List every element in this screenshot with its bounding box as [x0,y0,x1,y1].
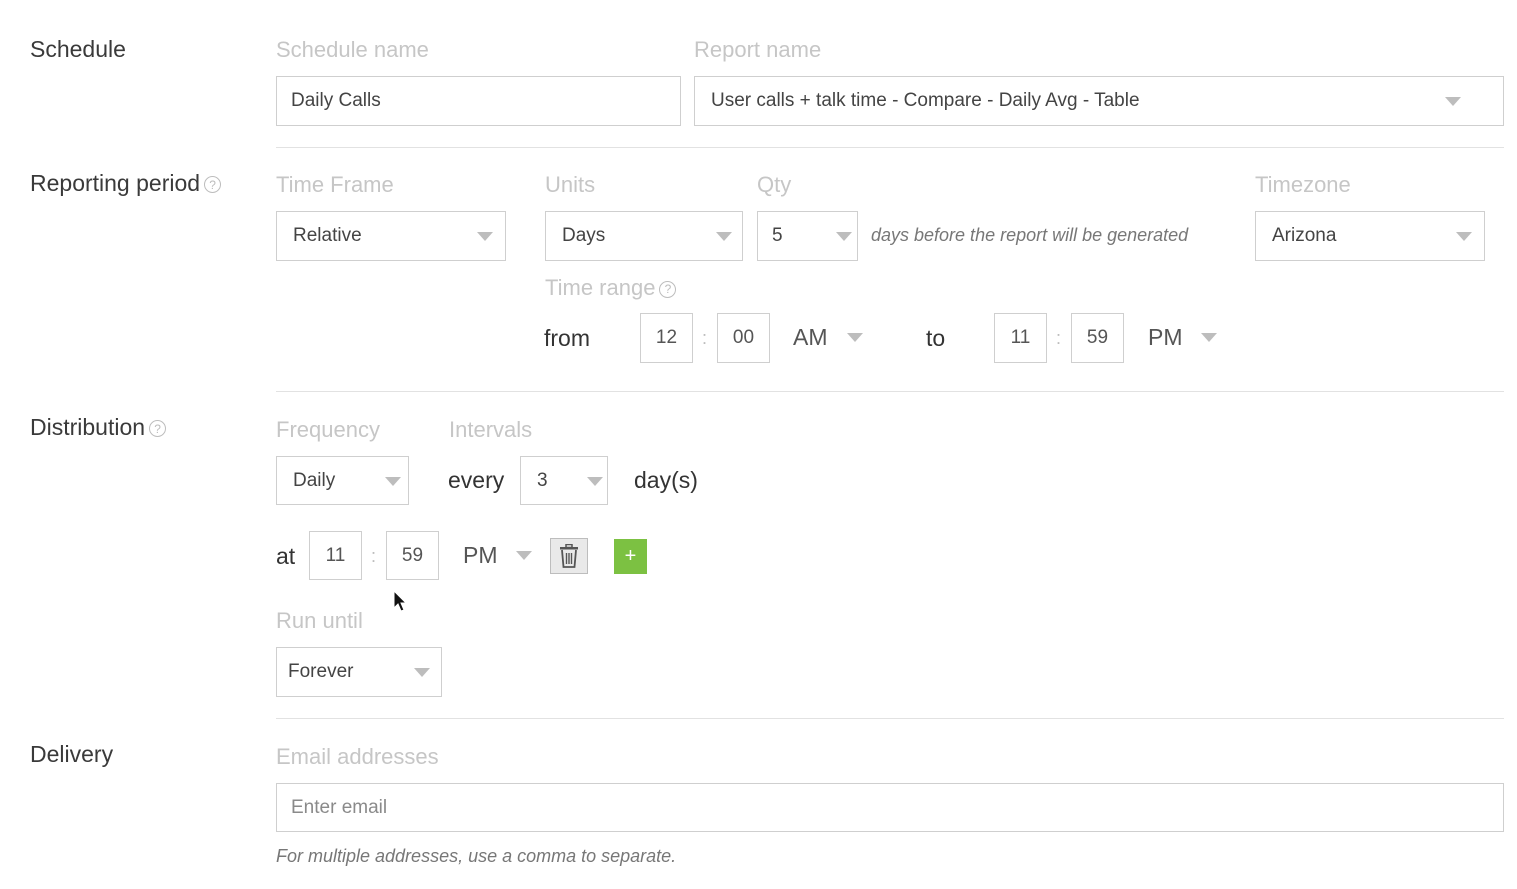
delete-time-button[interactable] [550,538,588,574]
timezone-label: Timezone [1255,172,1351,197]
from-minute-input[interactable]: 00 [717,313,770,363]
report-name-select[interactable]: User calls + talk time - Compare - Daily… [694,76,1504,126]
time-separator: : [371,546,377,566]
chevron-down-icon [587,477,603,486]
email-hint: For multiple addresses, use a comma to s… [276,846,677,866]
interval-select[interactable]: 3 [520,456,608,505]
chevron-down-icon [1445,97,1461,106]
chevron-down-icon [1456,232,1472,241]
run-until-label: Run until [276,608,363,633]
email-placeholder: Enter email [291,796,388,818]
at-label: at [276,543,296,569]
frequency-value: Daily [293,469,336,491]
schedule-name-input[interactable]: Daily Calls [276,76,681,126]
section-divider [276,391,1504,392]
schedule-name-label: Schedule name [276,37,429,62]
email-addresses-label: Email addresses [276,744,439,769]
to-hour-input[interactable]: 11 [994,313,1047,363]
intervals-label: Intervals [449,417,533,442]
reporting-period-section-title: Reporting period? [30,170,222,197]
units-value: Days [562,225,606,246]
every-label: every [448,467,505,493]
chevron-down-icon [716,232,732,241]
delivery-section-title: Delivery [30,741,114,767]
section-divider [276,147,1504,148]
add-time-button[interactable]: + [614,539,647,574]
chevron-down-icon[interactable] [516,551,532,560]
schedule-name-value: Daily Calls [291,90,381,111]
email-input[interactable]: Enter email [276,783,1504,832]
time-frame-select[interactable]: Relative [276,211,506,261]
distribution-section-title: Distribution? [30,414,167,441]
help-icon[interactable]: ? [659,280,677,298]
run-until-value: Forever [288,661,354,682]
chevron-down-icon[interactable] [1201,333,1217,342]
time-separator: : [702,328,708,348]
from-ampm-select[interactable]: AM [793,324,828,351]
to-ampm-select[interactable]: PM [1148,324,1183,351]
time-frame-label: Time Frame [276,172,394,197]
chevron-down-icon[interactable] [847,333,863,342]
distribution-title-text: Distribution [30,414,146,440]
timezone-value: Arizona [1272,225,1337,246]
time-frame-value: Relative [293,225,362,246]
frequency-label: Frequency [276,417,380,442]
at-ampm-select[interactable]: PM [463,542,498,569]
qty-select[interactable]: 5 [757,211,858,261]
units-select[interactable]: Days [545,211,743,261]
chevron-down-icon [414,668,430,677]
chevron-down-icon [477,232,493,241]
run-until-select[interactable]: Forever [276,647,442,697]
timezone-select[interactable]: Arizona [1255,211,1485,261]
reporting-period-title-text: Reporting period [30,170,201,196]
time-range-label: Time range? [545,275,677,301]
frequency-select[interactable]: Daily [276,456,409,505]
at-minute-input[interactable]: 59 [386,531,439,580]
mouse-cursor-icon [393,590,408,612]
units-label: Units [545,172,596,197]
from-label: from [544,325,590,351]
to-minute-input[interactable]: 59 [1071,313,1124,363]
help-icon[interactable]: ? [149,420,167,438]
interval-unit: day(s) [634,467,698,493]
chevron-down-icon [836,232,852,241]
plus-icon: + [624,545,637,567]
help-icon[interactable]: ? [204,176,222,194]
qty-value: 5 [772,225,783,246]
to-label: to [926,325,946,351]
report-name-value: User calls + talk time - Compare - Daily… [711,90,1140,111]
from-hour-input[interactable]: 12 [640,313,693,363]
section-divider [276,718,1504,719]
trash-icon [560,544,578,568]
chevron-down-icon [385,477,401,486]
qty-label: Qty [757,172,792,197]
time-separator: : [1056,328,1062,348]
schedule-section-title: Schedule [30,36,126,62]
time-range-label-text: Time range [545,275,656,300]
report-name-label: Report name [694,37,822,62]
interval-value: 3 [537,469,548,491]
qty-hint: days before the report will be generated [871,225,1189,245]
at-hour-input[interactable]: 11 [309,531,362,580]
